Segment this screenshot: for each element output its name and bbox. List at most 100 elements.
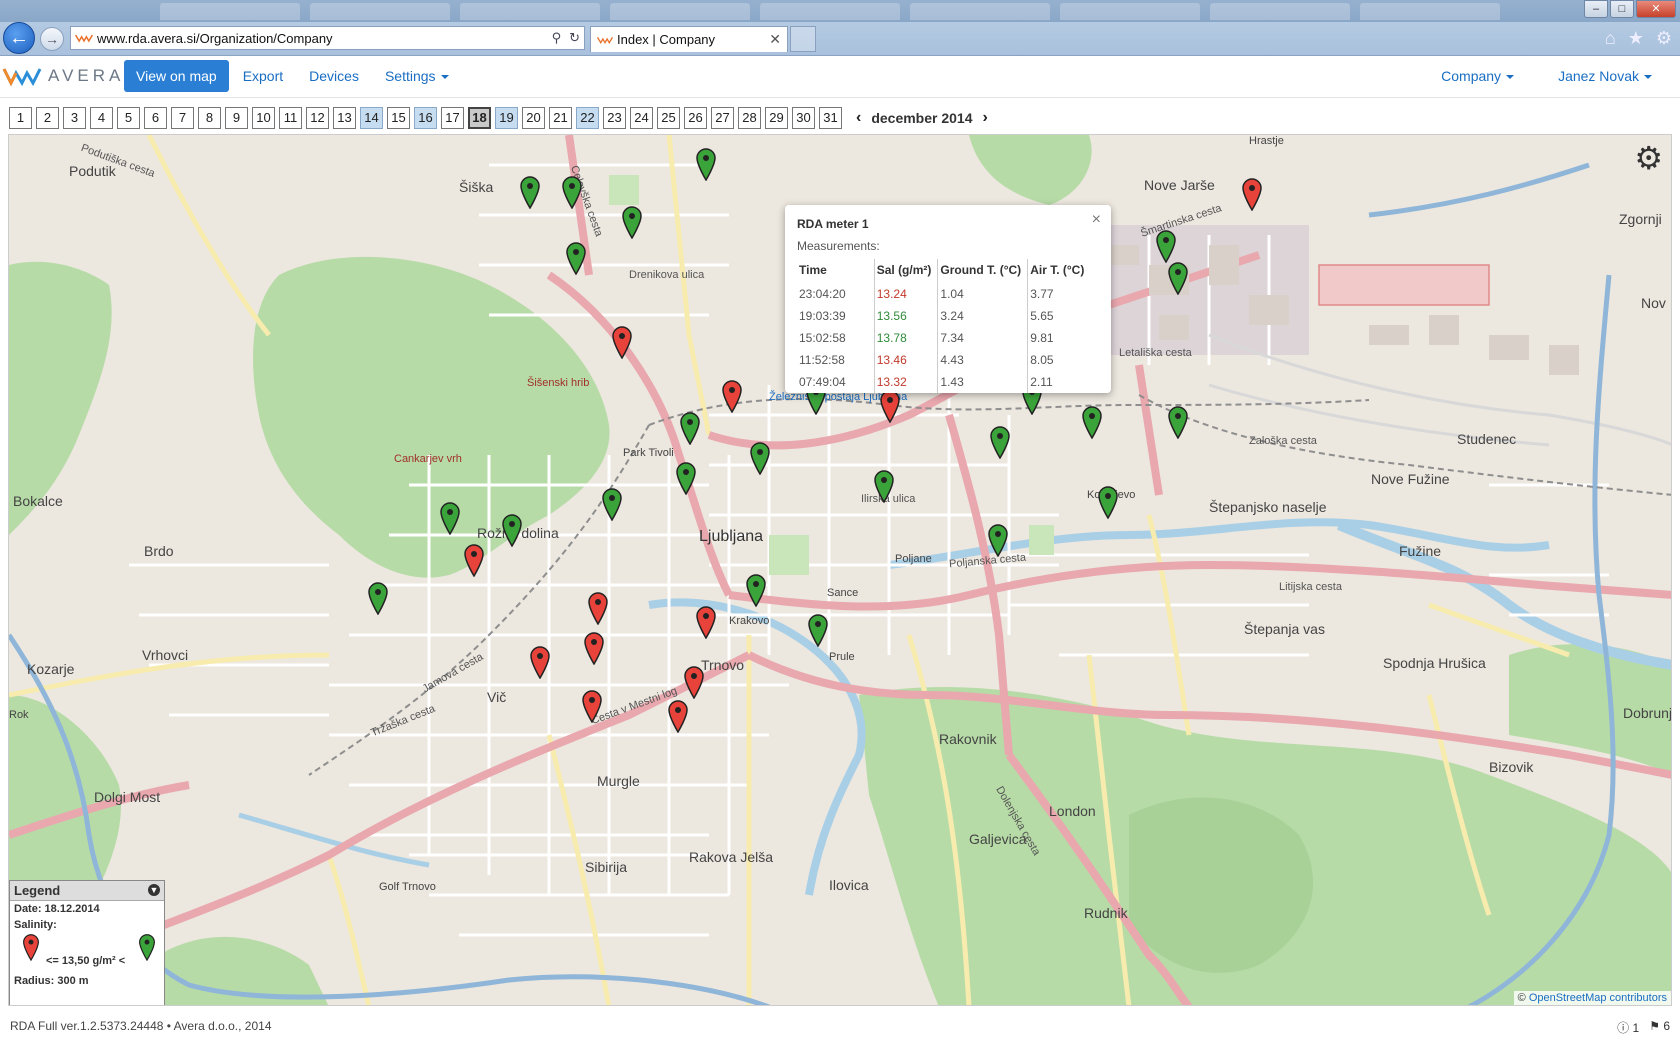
green-meter-marker-icon[interactable] [519,175,541,209]
green-meter-marker-icon[interactable] [561,175,583,209]
red-meter-marker-icon[interactable] [1241,177,1263,211]
next-month-icon[interactable]: › [979,109,992,127]
day-button-20[interactable]: 20 [522,107,545,129]
map-view[interactable]: Podutik Šiška Nove Jarše Zgornji Bokalce Brdo… [8,134,1672,1006]
day-button-4[interactable]: 4 [90,107,113,129]
day-button-14[interactable]: 14 [360,107,383,129]
red-meter-marker-icon[interactable] [529,645,551,679]
green-meter-marker-icon[interactable] [873,469,895,503]
green-meter-marker-icon[interactable] [565,241,587,275]
red-meter-marker-icon[interactable] [611,325,633,359]
red-meter-marker-icon[interactable] [587,591,609,625]
home-icon[interactable]: ⌂ [1605,28,1616,49]
background-tab[interactable] [1210,3,1350,20]
background-tab[interactable] [910,3,1050,20]
day-button-10[interactable]: 10 [252,107,275,129]
day-button-11[interactable]: 11 [279,107,302,129]
forward-arrow-icon[interactable]: → [40,27,64,51]
close-icon[interactable]: × [1092,211,1101,229]
green-meter-marker-icon[interactable] [1097,485,1119,519]
refresh-icon[interactable]: ↻ [569,30,580,46]
openstreetmap-link[interactable]: OpenStreetMap contributors [1529,992,1667,1004]
day-button-26[interactable]: 26 [684,107,707,129]
red-meter-marker-icon[interactable] [695,605,717,639]
red-meter-marker-icon[interactable] [463,543,485,577]
active-tab[interactable]: Index | Company ✕ [590,26,788,52]
previous-month-icon[interactable]: ‹ [852,109,865,127]
tab-close-icon[interactable]: ✕ [769,31,781,48]
background-tab[interactable] [1360,3,1500,20]
search-icon[interactable]: ⚲ [552,30,562,46]
new-tab-button[interactable] [790,26,816,52]
background-tab[interactable] [1060,3,1200,20]
day-button-31[interactable]: 31 [819,107,842,129]
day-button-18[interactable]: 18 [468,107,491,129]
green-meter-marker-icon[interactable] [807,613,829,647]
green-meter-marker-icon[interactable] [989,425,1011,459]
day-button-3[interactable]: 3 [63,107,86,129]
collapse-icon[interactable]: ▼ [148,884,160,896]
green-meter-marker-icon[interactable] [601,487,623,521]
devices-link[interactable]: Devices [297,60,371,92]
day-button-16[interactable]: 16 [414,107,437,129]
green-meter-marker-icon[interactable] [1167,261,1189,295]
green-meter-marker-icon[interactable] [749,441,771,475]
day-button-24[interactable]: 24 [630,107,653,129]
export-link[interactable]: Export [231,60,295,92]
favorites-star-icon[interactable]: ★ [1628,28,1644,49]
red-meter-marker-icon[interactable] [667,699,689,733]
red-meter-marker-icon[interactable] [581,689,603,723]
day-button-9[interactable]: 9 [225,107,248,129]
red-meter-marker-icon[interactable] [583,631,605,665]
red-meter-marker-icon[interactable] [683,665,705,699]
green-meter-marker-icon[interactable] [695,147,717,181]
day-button-7[interactable]: 7 [171,107,194,129]
green-meter-marker-icon[interactable] [675,461,697,495]
green-meter-marker-icon[interactable] [987,523,1009,557]
day-button-12[interactable]: 12 [306,107,329,129]
green-meter-marker-icon[interactable] [367,581,389,615]
brand[interactable]: AVERA [2,64,124,88]
background-tab[interactable] [610,3,750,20]
red-meter-marker-icon[interactable] [721,379,743,413]
view-on-map-button[interactable]: View on map [124,60,229,92]
day-button-13[interactable]: 13 [333,107,356,129]
background-tab[interactable] [460,3,600,20]
day-button-2[interactable]: 2 [36,107,59,129]
day-button-25[interactable]: 25 [657,107,680,129]
day-button-23[interactable]: 23 [603,107,626,129]
red-meter-marker-icon[interactable] [879,389,901,423]
green-meter-marker-icon[interactable] [1155,229,1177,263]
back-arrow-icon[interactable]: ← [3,22,35,54]
day-button-21[interactable]: 21 [549,107,572,129]
user-dropdown[interactable]: Janez Novak [1546,60,1664,92]
background-tab[interactable] [310,3,450,20]
day-button-6[interactable]: 6 [144,107,167,129]
day-button-19[interactable]: 19 [495,107,518,129]
day-button-27[interactable]: 27 [711,107,734,129]
close-window-button[interactable]: ✕ [1636,0,1676,18]
info-status[interactable]: ⓘ 1 [1617,1019,1639,1036]
background-tab[interactable] [160,3,300,20]
settings-dropdown[interactable]: Settings [373,60,461,92]
marker-status[interactable]: ⚑ 6 [1649,1019,1670,1036]
green-meter-marker-icon[interactable] [621,205,643,239]
address-bar[interactable]: www.rda.avera.si/Organization/Company ⚲ … [70,26,585,50]
day-button-28[interactable]: 28 [738,107,761,129]
day-button-1[interactable]: 1 [9,107,32,129]
map-settings-gear-icon[interactable]: ⚙ [1634,139,1663,177]
green-meter-marker-icon[interactable] [745,573,767,607]
background-tab[interactable] [760,3,900,20]
day-button-30[interactable]: 30 [792,107,815,129]
green-meter-marker-icon[interactable] [679,411,701,445]
day-button-8[interactable]: 8 [198,107,221,129]
green-meter-marker-icon[interactable] [1081,405,1103,439]
company-dropdown[interactable]: Company [1429,60,1526,92]
url-text[interactable]: www.rda.avera.si/Organization/Company [97,31,548,46]
day-button-17[interactable]: 17 [441,107,464,129]
maximize-button[interactable]: □ [1610,0,1634,18]
green-meter-marker-icon[interactable] [439,501,461,535]
minimize-button[interactable]: – [1584,0,1608,18]
day-button-22[interactable]: 22 [576,107,599,129]
green-meter-marker-icon[interactable] [501,513,523,547]
